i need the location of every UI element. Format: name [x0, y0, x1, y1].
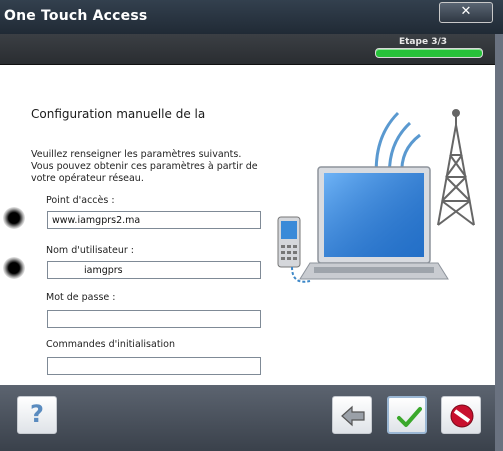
progress-bar: [375, 48, 483, 58]
window-title: One Touch Access: [4, 8, 148, 24]
access-point-input[interactable]: [47, 211, 261, 229]
help-button[interactable]: ?: [17, 396, 57, 434]
check-icon: [397, 407, 422, 427]
footer-bar: ?: [0, 385, 495, 451]
window-edge: [495, 34, 503, 451]
password-input[interactable]: [47, 310, 261, 328]
username-input[interactable]: [47, 261, 261, 279]
mobile-phone-icon: [277, 216, 301, 268]
access-point-label: Point d'accès :: [46, 195, 115, 206]
back-button[interactable]: [332, 396, 372, 434]
close-icon: ✕: [460, 4, 472, 19]
finish-button[interactable]: [387, 396, 427, 434]
cancel-icon: [450, 404, 474, 428]
password-label: Mot de passe :: [46, 292, 116, 303]
init-commands-label: Commandes d'initialisation: [46, 339, 176, 350]
init-commands-input[interactable]: [47, 357, 261, 375]
back-arrow-icon: [341, 405, 365, 427]
laptop-phone-illustration: [277, 109, 475, 283]
laptop-icon: [299, 166, 449, 280]
redaction-blur: [3, 257, 25, 279]
help-icon: ?: [30, 400, 44, 428]
cancel-button[interactable]: [441, 396, 481, 434]
page-heading: Configuration manuelle de la: [31, 107, 206, 121]
redaction-blur: [3, 207, 25, 229]
instructions-text: Veuillez renseigner les paramètres suiva…: [31, 149, 258, 184]
antenna-tower-icon: [437, 109, 475, 226]
step-indicator: Etape 3/3: [398, 37, 447, 47]
wizard-header: Etape 3/3: [0, 34, 495, 65]
main-panel: Configuration manuelle de la Veuillez re…: [0, 65, 495, 385]
close-button[interactable]: ✕: [439, 2, 493, 23]
title-bar: One Touch Access ✕: [0, 0, 503, 34]
username-label: Nom d'utilisateur :: [46, 245, 134, 256]
